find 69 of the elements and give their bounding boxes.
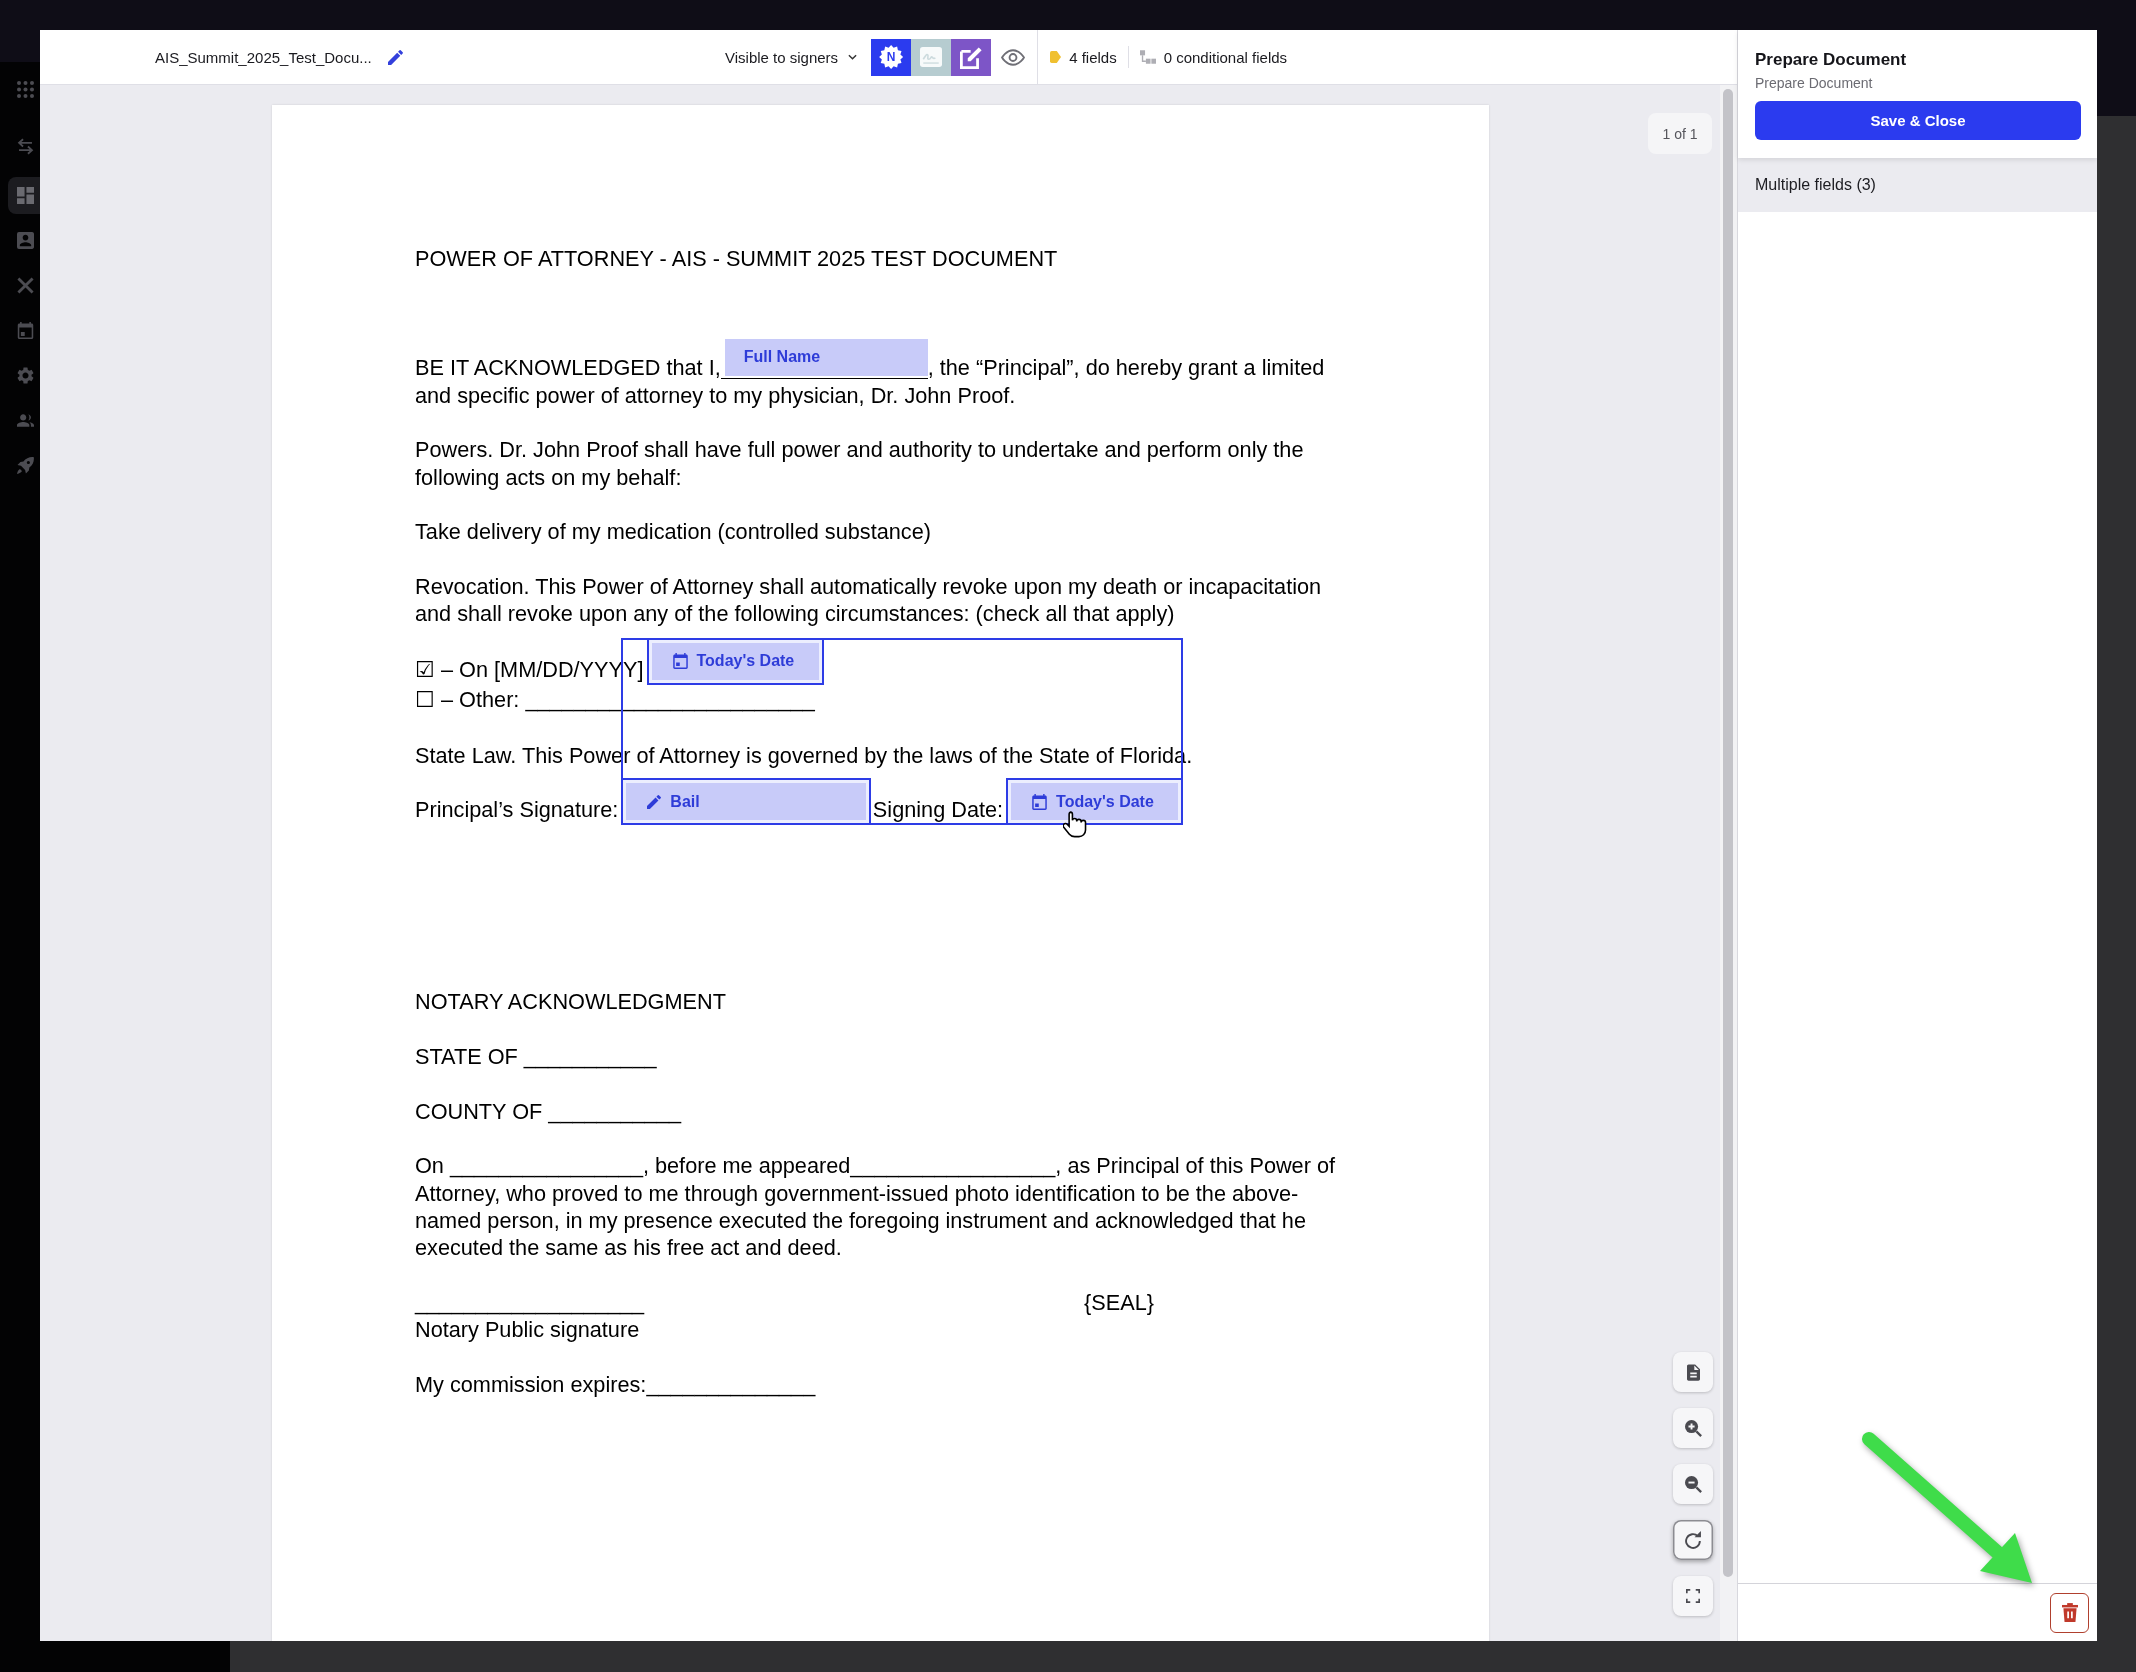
paragraph: My commission expires:______________ [415,1370,816,1398]
signature-field[interactable]: Bail [621,778,871,826]
rotate-icon [1684,1531,1702,1549]
selection-item[interactable]: Multiple fields (3) [1738,158,2097,212]
eye-icon [1001,48,1026,66]
paragraph-text: Signing Date: [872,797,1004,823]
signature-icon [920,47,943,67]
zoom-in-icon [1684,1419,1702,1437]
text-field[interactable]: Full Name [724,339,928,376]
paragraph: On ________________, before me appeared_________________, as Principal of this Power of Attorney, who proved to me through government-issued photo identification to be the above- named person, in my presence executed the foregoing instrument and acknowledged that he executed the same as his free act and deed. [415,1152,1335,1262]
paragraph-text: , the “Principal”, do hereby grant a limited [927,355,1325,381]
signature-line: ___________________ [415,1288,645,1317]
rocket-icon [16,456,34,474]
edit-tool-button[interactable] [951,38,992,76]
fullscreen-icon [1686,1589,1700,1603]
people-icon [16,411,34,429]
chevron-down-icon [848,54,858,60]
rename-button[interactable] [387,49,403,65]
preview-button[interactable] [1001,48,1026,66]
paragraph: COUNTY OF ___________ [415,1097,682,1125]
paragraph: STATE OF ___________ [415,1043,657,1071]
file-name: AIS_Summit_2025_Test_Docu... [155,48,372,66]
checklist-text: ☐ – Other: ________________________ [415,686,815,712]
badge-tool-button[interactable]: N [871,38,912,76]
field-count: 4 fields [1069,48,1117,66]
hierarchy-icon [1139,50,1156,64]
zoom-in-button[interactable] [1673,1408,1713,1448]
zoom-out-button[interactable] [1673,1464,1713,1504]
pencil-icon [647,795,662,809]
settings-icon [16,366,34,384]
date-field[interactable]: Today's Date [1006,778,1184,826]
page-indicator: 1 of 1 [1648,113,1712,154]
paragraph-text: BE IT ACKNOWLEDGED that I, [415,355,721,381]
panel-title: Prepare Document [1755,50,1908,70]
sidebar-item[interactable] [8,176,40,214]
date-field[interactable]: Today's Date [646,637,824,685]
paragraph: Take delivery of my medication (controlled substance) [415,518,931,546]
scrollbar-thumb[interactable] [1723,89,1733,1577]
rotate-button[interactable] [1673,1520,1713,1560]
conditional-field-count: 0 conditional fields [1163,48,1288,66]
calendar-icon [1032,794,1048,810]
grid-icon [16,80,34,98]
delete-button[interactable] [2050,1592,2089,1633]
calendar-icon [16,321,34,339]
fullscreen-button[interactable] [1673,1576,1713,1616]
zoom-out-icon [1684,1475,1702,1493]
panel-subtitle: Prepare Document [1755,74,1874,93]
paragraph-text: Principal’s Signature: [415,797,619,823]
hand-cursor-icon [1063,811,1087,839]
save-close-button[interactable]: Save & Close [1755,101,2081,140]
dashboard-icon [16,186,34,204]
signature-caption: Notary Public signature [415,1316,640,1344]
tag-icon [1050,51,1062,63]
visibility-dropdown[interactable]: Visible to signers [725,48,858,66]
calendar-icon [672,653,688,670]
document-heading: POWER OF ATTORNEY - AIS - SUMMIT 2025 TEST DOCUMENT [415,245,1058,273]
paragraph: Revocation. This Power of Attorney shall automatically revoke upon my death or incapacitation and shall revoke upon any of the following circumstances: (check all that apply) [415,572,1322,628]
page-view-button[interactable] [1673,1352,1713,1392]
seal-label: {SEAL} [1084,1288,1154,1317]
trash-icon [2061,1603,2078,1622]
document-icon [1686,1363,1700,1381]
edit-icon [959,45,983,69]
contact-card-icon [16,231,34,249]
paragraph: NOTARY ACKNOWLEDGMENT [415,988,726,1016]
swap-arrows-icon [16,137,34,155]
pencil-icon [387,49,403,65]
paragraph-text: and specific power of attorney to my physician, Dr. John Proof. [415,382,1016,408]
paragraph: Powers. Dr. John Proof shall have full power and authority to undertake and perform only the following acts on my behalf: [415,436,1304,491]
tools-icon [16,276,34,294]
